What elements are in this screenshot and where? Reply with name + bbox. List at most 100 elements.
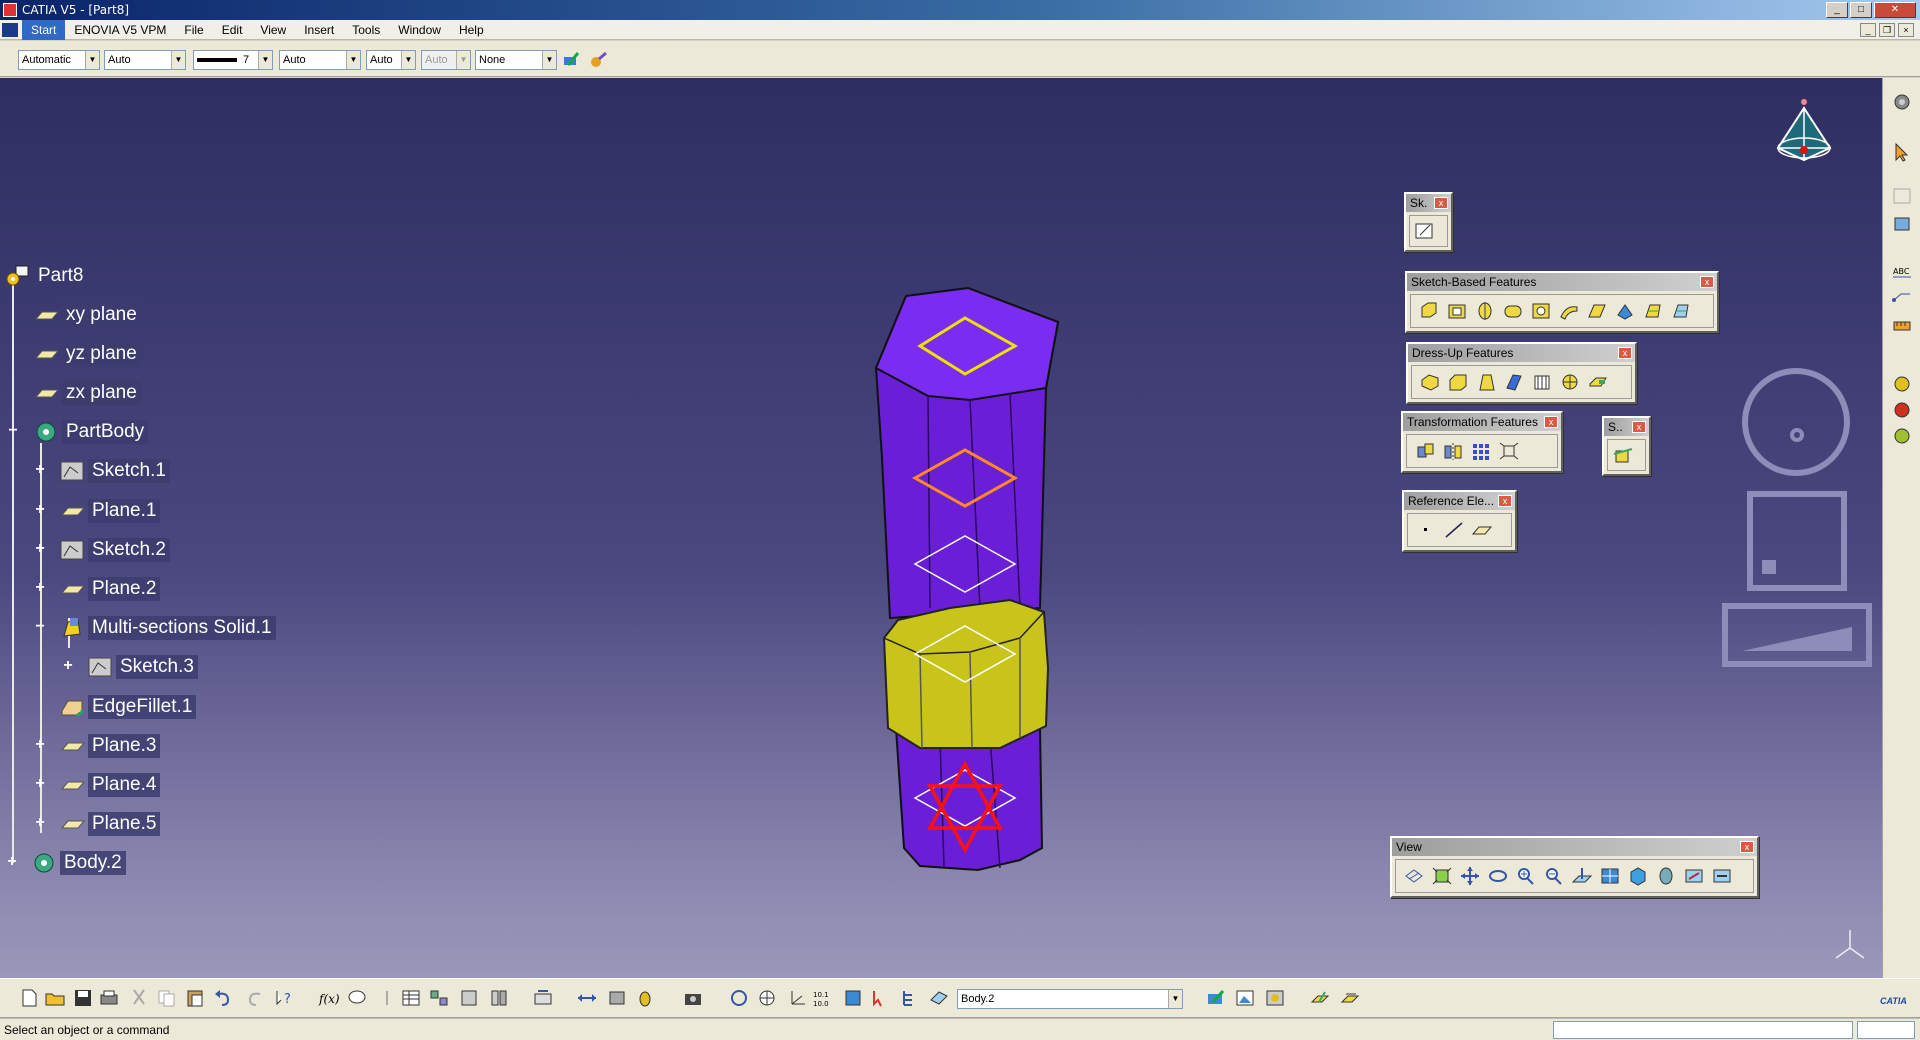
doc-close-button[interactable]: × xyxy=(1898,23,1914,37)
open-icon[interactable] xyxy=(44,988,66,1008)
current-body-select[interactable]: Body.2 ▼ xyxy=(957,989,1183,1009)
pad-button[interactable] xyxy=(1417,300,1441,322)
close-icon[interactable]: x xyxy=(1544,416,1558,428)
sketch-plane-icon[interactable] xyxy=(1891,214,1913,234)
body-selector-icon[interactable] xyxy=(928,988,950,1008)
iso-view-button[interactable] xyxy=(1626,865,1650,887)
measure-inertia-icon[interactable] xyxy=(634,988,656,1008)
thread-button[interactable] xyxy=(1558,371,1582,393)
catia-logo-icon[interactable] xyxy=(2,23,18,37)
photo-studio-icon[interactable] xyxy=(1234,988,1256,1008)
menu-insert[interactable]: Insert xyxy=(295,20,343,40)
update-icon[interactable] xyxy=(532,988,554,1008)
multi-sections-solid-button[interactable] xyxy=(1641,300,1665,322)
menu-start[interactable]: Start xyxy=(22,20,66,40)
sketch-analysis-icon[interactable] xyxy=(1340,988,1362,1008)
expand-icon[interactable]: + xyxy=(33,462,47,478)
rectangular-pattern-button[interactable] xyxy=(1469,440,1493,462)
scaling-button[interactable] xyxy=(1497,440,1521,462)
close-icon[interactable]: x xyxy=(1618,347,1632,359)
menu-tools[interactable]: Tools xyxy=(343,20,389,40)
tree-item-sketch-2[interactable]: Sketch.2 xyxy=(58,536,170,564)
close-icon[interactable]: x xyxy=(1632,421,1646,433)
command-input-secondary[interactable] xyxy=(1857,1021,1915,1039)
painter-icon[interactable] xyxy=(562,51,582,69)
draft-button[interactable] xyxy=(1474,371,1498,393)
collapse-icon[interactable]: − xyxy=(6,423,20,439)
undo-icon[interactable] xyxy=(212,988,234,1008)
rotate-button[interactable] xyxy=(1486,865,1510,887)
collapse-icon[interactable]: − xyxy=(33,619,47,635)
tree-item-plane-4[interactable]: Plane.4 xyxy=(58,771,161,799)
menu-enovia[interactable]: ENOVIA V5 VPM xyxy=(65,20,175,40)
tree-item-zx-plane[interactable]: zx plane xyxy=(32,379,141,407)
expand-icon[interactable]: + xyxy=(33,541,47,557)
knowledge-advisor-icon[interactable] xyxy=(346,988,368,1008)
expand-icon[interactable]: + xyxy=(61,658,75,674)
maximize-button[interactable]: □ xyxy=(1850,2,1872,18)
tree-item-multi-sections-solid-1[interactable]: Multi-sections Solid.1 xyxy=(58,614,276,642)
point-button[interactable] xyxy=(1414,519,1438,541)
catalog-icon[interactable] xyxy=(1891,400,1913,420)
expand-icon[interactable]: + xyxy=(33,815,47,831)
multi-view-button[interactable] xyxy=(1598,865,1622,887)
turn-head-icon[interactable] xyxy=(756,988,778,1008)
apply-appearance-icon[interactable] xyxy=(1205,988,1227,1008)
tree-item-edgefillet-1[interactable]: EdgeFillet.1 xyxy=(58,693,197,721)
swap-visible-space-button[interactable] xyxy=(1710,865,1734,887)
shaft-button[interactable] xyxy=(1473,300,1497,322)
menu-edit[interactable]: Edit xyxy=(213,20,252,40)
apply-material-icon[interactable] xyxy=(1891,374,1913,394)
stiffener-button[interactable] xyxy=(1613,300,1637,322)
hide-show-button[interactable] xyxy=(1682,865,1706,887)
expand-icon[interactable]: + xyxy=(33,502,47,518)
new-icon[interactable] xyxy=(18,988,40,1008)
normal-view-button[interactable] xyxy=(1570,865,1594,887)
tree-root-part8[interactable]: Part8 xyxy=(4,262,87,290)
edge-fillet-button[interactable] xyxy=(1418,371,1442,393)
tree-item-body-2[interactable]: Body.2 xyxy=(30,849,126,877)
measure-between-icon[interactable] xyxy=(576,988,598,1008)
tree-item-plane-3[interactable]: Plane.3 xyxy=(58,732,161,760)
instantiate-icon[interactable] xyxy=(488,988,510,1008)
close-icon[interactable]: x xyxy=(1700,276,1714,288)
hierarchy-icon[interactable] xyxy=(898,988,920,1008)
line-button[interactable] xyxy=(1442,519,1466,541)
zoom-out-button[interactable] xyxy=(1542,865,1566,887)
doc-restore-button[interactable]: ❐ xyxy=(1879,23,1895,37)
tree-item-plane-2[interactable]: Plane.2 xyxy=(58,575,161,603)
3d-viewport[interactable]: Part8 xy plane yz plane zx plane − PartB… xyxy=(0,78,1882,978)
transparency-select[interactable]: Auto ▼ xyxy=(104,50,186,70)
menu-help[interactable]: Help xyxy=(450,20,493,40)
line-thickness-select[interactable]: 7 ▼ xyxy=(193,50,273,70)
rib-button[interactable] xyxy=(1557,300,1581,322)
law-icon[interactable] xyxy=(376,988,398,1008)
cut-icon[interactable] xyxy=(128,988,150,1008)
zoom-in-button[interactable] xyxy=(1514,865,1538,887)
design-table-icon[interactable] xyxy=(400,988,422,1008)
annotation-icon[interactable] xyxy=(1891,288,1913,308)
plane-grid-icon[interactable] xyxy=(1891,186,1913,206)
print-icon[interactable] xyxy=(98,988,120,1008)
fly-mode-button[interactable] xyxy=(1402,865,1426,887)
plane-button[interactable] xyxy=(1470,519,1494,541)
tree-item-sketch-1[interactable]: Sketch.1 xyxy=(58,457,170,485)
doc-minimize-button[interactable]: _ xyxy=(1860,23,1876,37)
copy-icon[interactable] xyxy=(156,988,178,1008)
rotate-view-icon[interactable] xyxy=(728,988,750,1008)
tree-item-sketch-3[interactable]: Sketch.3 xyxy=(86,653,198,681)
3d-part-model[interactable] xyxy=(860,278,1070,888)
redo-icon[interactable] xyxy=(244,988,266,1008)
slot-button[interactable] xyxy=(1585,300,1609,322)
text-abc-icon[interactable]: ABC xyxy=(1891,262,1913,282)
whats-this-icon[interactable]: ? xyxy=(274,988,296,1008)
close-icon[interactable]: x xyxy=(1498,495,1512,507)
tree-item-partbody[interactable]: PartBody xyxy=(32,418,149,446)
removed-multi-sections-solid-button[interactable] xyxy=(1669,300,1693,322)
command-input[interactable] xyxy=(1553,1021,1853,1039)
pointer-icon[interactable] xyxy=(870,988,892,1008)
groove-button[interactable] xyxy=(1501,300,1525,322)
measure-icon[interactable] xyxy=(1891,314,1913,334)
tree-item-yz-plane[interactable]: yz plane xyxy=(32,340,141,368)
select-arrow-icon[interactable] xyxy=(1891,142,1913,162)
